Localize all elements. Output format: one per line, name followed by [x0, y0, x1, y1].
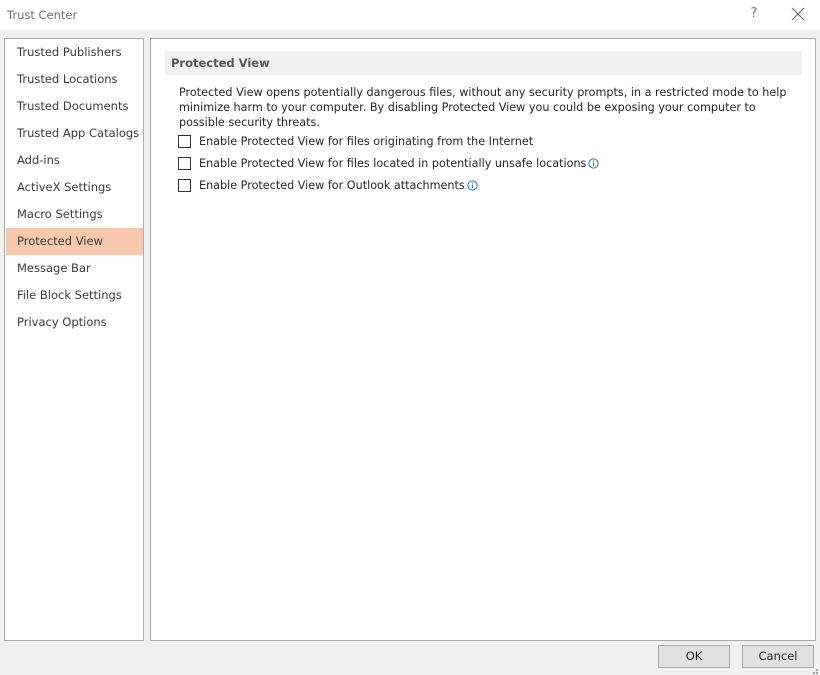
close-icon — [791, 7, 805, 21]
option-label: Enable Protected View for files located … — [199, 156, 587, 170]
info-icon[interactable] — [588, 157, 599, 169]
option-label: Enable Protected View for Outlook attach… — [199, 178, 465, 192]
nav-item-privacy-options[interactable]: Privacy Options — [6, 309, 143, 336]
dialog-title: Trust Center — [7, 8, 78, 22]
checkbox-unsafe-locations[interactable] — [178, 156, 191, 170]
ok-button[interactable]: OK — [658, 645, 730, 668]
checkbox-internet-files[interactable] — [178, 134, 191, 148]
nav-item-trusted-documents[interactable]: Trusted Documents — [6, 93, 143, 120]
title-bar: Trust Center ? — [0, 0, 820, 30]
description-text: Protected View opens potentially dangero… — [179, 86, 787, 129]
nav-item-protected-view[interactable]: Protected View — [6, 228, 143, 255]
option-internet-files[interactable]: Enable Protected View for files originat… — [178, 132, 533, 150]
checkbox-outlook-attachments[interactable] — [178, 178, 191, 192]
option-label: Enable Protected View for files originat… — [199, 134, 534, 148]
nav-item-activex-settings[interactable]: ActiveX Settings — [6, 174, 143, 201]
section-header: Protected View — [165, 51, 802, 75]
nav-item-message-bar[interactable]: Message Bar — [6, 255, 143, 282]
option-unsafe-locations[interactable]: Enable Protected View for files located … — [178, 154, 599, 172]
resize-grip-icon[interactable] — [809, 664, 819, 675]
settings-panel: Protected View Protected View opens pote… — [150, 38, 816, 641]
nav-item-trusted-locations[interactable]: Trusted Locations — [6, 66, 143, 93]
category-list: Trusted Publishers Trusted Locations Tru… — [4, 38, 144, 641]
nav-item-trusted-publishers[interactable]: Trusted Publishers — [6, 39, 143, 66]
nav-item-trusted-app-catalogs[interactable]: Trusted App Catalogs — [6, 120, 143, 147]
info-icon[interactable] — [467, 179, 478, 191]
nav-item-file-block-settings[interactable]: File Block Settings — [6, 282, 143, 309]
close-button[interactable] — [788, 4, 808, 24]
help-button[interactable]: ? — [746, 4, 762, 24]
cancel-button[interactable]: Cancel — [742, 645, 814, 668]
nav-item-add-ins[interactable]: Add-ins — [6, 147, 143, 174]
option-outlook-attachments[interactable]: Enable Protected View for Outlook attach… — [178, 176, 478, 194]
nav-item-macro-settings[interactable]: Macro Settings — [6, 201, 143, 228]
